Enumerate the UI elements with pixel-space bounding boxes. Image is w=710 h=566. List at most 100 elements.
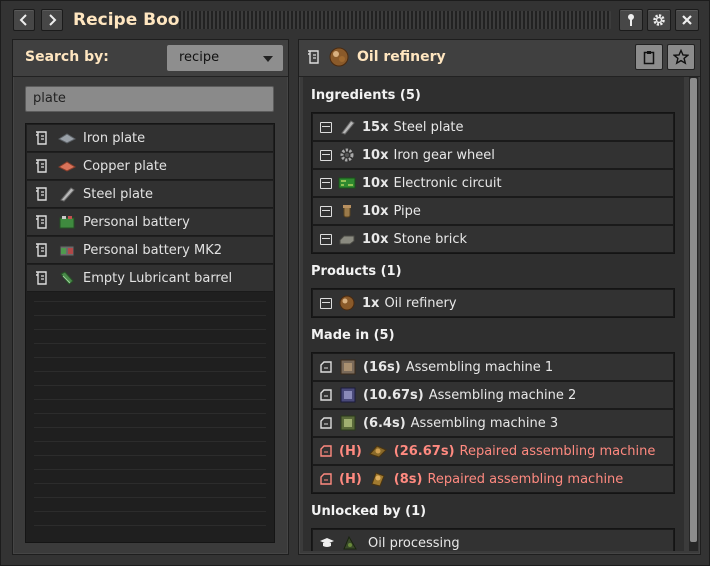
gear-icon [653, 14, 665, 26]
barrel-icon [60, 271, 74, 285]
quantity: 15x [362, 119, 389, 135]
technology-row[interactable]: Oil processing [313, 530, 673, 551]
item-type-icon [320, 149, 332, 161]
ingredient-row[interactable]: 10x Stone brick [313, 226, 673, 253]
scrollbar[interactable] [689, 77, 698, 551]
pin-button[interactable] [619, 9, 643, 31]
close-button[interactable] [675, 9, 699, 31]
item-type-icon [320, 297, 332, 309]
close-icon [682, 15, 692, 25]
divider [34, 315, 266, 316]
divider [34, 441, 266, 442]
graduation-cap-icon [320, 538, 334, 547]
unlocked-by-list: Oil processing [311, 528, 675, 551]
drag-handle[interactable] [179, 11, 611, 29]
list-item-label: Personal battery [83, 214, 190, 230]
list-item-label: Steel plate [83, 186, 154, 202]
back-button[interactable] [13, 9, 35, 31]
craft-time: (6.4s) [363, 415, 406, 431]
forward-button[interactable] [41, 9, 63, 31]
quantity: 10x [362, 203, 389, 219]
settings-button[interactable] [647, 9, 671, 31]
window-title: Recipe Book [73, 10, 191, 30]
made-in-list: (16s) Assembling machine 1 (10.67s) Asse… [311, 352, 675, 494]
crafter-row-hidden[interactable]: (H) (26.67s) Repaired assembling machine [313, 438, 673, 465]
quantity: 10x [362, 231, 389, 247]
quantity: 10x [362, 175, 389, 191]
ingredient-row[interactable]: 15x Steel plate [313, 114, 673, 141]
copy-button[interactable] [635, 44, 663, 70]
craft-time: (26.67s) [393, 443, 455, 459]
crafter-row[interactable]: (10.67s) Assembling machine 2 [313, 382, 673, 409]
crafter-label: Repaired assembling machine [427, 471, 624, 487]
pin-icon [628, 14, 634, 26]
recipe-icon [36, 159, 47, 173]
chevron-right-icon [49, 14, 57, 26]
chevron-left-icon [19, 14, 27, 26]
recipe-icon [36, 243, 47, 257]
ingredients-list: 15x Steel plate 10x Iron gear wheel 10x … [311, 112, 675, 254]
list-item-label: Personal battery MK2 [83, 242, 222, 258]
list-item[interactable]: Personal battery [27, 209, 273, 236]
search-by-label: Search by: [25, 49, 109, 65]
battery-icon [59, 216, 75, 229]
product-row[interactable]: 1x Oil refinery [313, 290, 673, 317]
search-by-dropdown[interactable]: recipe [167, 45, 283, 71]
list-item-label: Iron plate [83, 130, 146, 146]
list-item-label: Copper plate [83, 158, 167, 174]
scrollbar-thumb[interactable] [690, 78, 697, 542]
crafter-icon [320, 361, 332, 373]
ingredients-title: Ingredients (5) [311, 88, 421, 103]
gear-icon [340, 148, 354, 162]
ingredient-row[interactable]: 10x Electronic circuit [313, 170, 673, 197]
results-list[interactable]: Iron plate Copper plate Steel plate Pers… [25, 123, 275, 543]
hidden-marker: (H) [339, 471, 362, 487]
ingredient-row[interactable]: 10x Pipe [313, 198, 673, 225]
divider [34, 455, 266, 456]
list-item[interactable]: Empty Lubricant barrel [27, 265, 273, 292]
divider [34, 497, 266, 498]
crafter-row-hidden[interactable]: (H) (8s) Repaired assembling machine [313, 466, 673, 493]
search-by-value: recipe [179, 50, 220, 65]
list-item[interactable]: Personal battery MK2 [27, 237, 273, 264]
ingredient-label: Electronic circuit [393, 175, 502, 191]
list-item-label: Empty Lubricant barrel [83, 270, 233, 286]
hidden-marker: (H) [339, 443, 362, 459]
quantity: 10x [362, 147, 389, 163]
item-type-icon [320, 205, 332, 217]
steel-plate-icon [341, 120, 355, 135]
list-item[interactable]: Iron plate [27, 125, 273, 152]
crafter-icon [320, 389, 332, 401]
steel-plate-icon [60, 187, 75, 202]
title-bar[interactable]: Recipe Book [1, 1, 709, 39]
search-input[interactable]: plate [25, 86, 274, 112]
crafter-row[interactable]: (6.4s) Assembling machine 3 [313, 410, 673, 437]
products-title: Products (1) [311, 264, 402, 279]
item-type-icon [320, 177, 332, 189]
copper-plate-icon [57, 161, 77, 172]
list-item[interactable]: Steel plate [27, 181, 273, 208]
recipe-icon [36, 131, 47, 145]
divider [34, 413, 266, 414]
craft-time: (10.67s) [363, 387, 424, 403]
products-list: 1x Oil refinery [311, 288, 675, 318]
item-type-icon [320, 121, 332, 133]
ingredient-label: Steel plate [393, 119, 464, 135]
circuit-icon [338, 177, 356, 189]
list-item[interactable]: Copper plate [27, 153, 273, 180]
ingredient-label: Pipe [393, 203, 421, 219]
ingredient-label: Stone brick [393, 231, 468, 247]
item-type-icon [320, 233, 332, 245]
assembling-machine-2-icon [340, 387, 356, 403]
crafter-label: Assembling machine 1 [405, 359, 554, 375]
favorite-button[interactable] [667, 44, 695, 70]
divider [34, 483, 266, 484]
recipe-content[interactable]: Ingredients (5) 15x Steel plate 10x Iron… [303, 77, 684, 551]
ingredient-row[interactable]: 10x Iron gear wheel [313, 142, 673, 169]
crafter-row[interactable]: (16s) Assembling machine 1 [313, 354, 673, 381]
repaired-assembling-machine-icon [371, 472, 385, 487]
divider [34, 357, 266, 358]
crafter-label: Repaired assembling machine [459, 443, 656, 459]
divider [34, 525, 266, 526]
recipe-icon [308, 50, 319, 64]
